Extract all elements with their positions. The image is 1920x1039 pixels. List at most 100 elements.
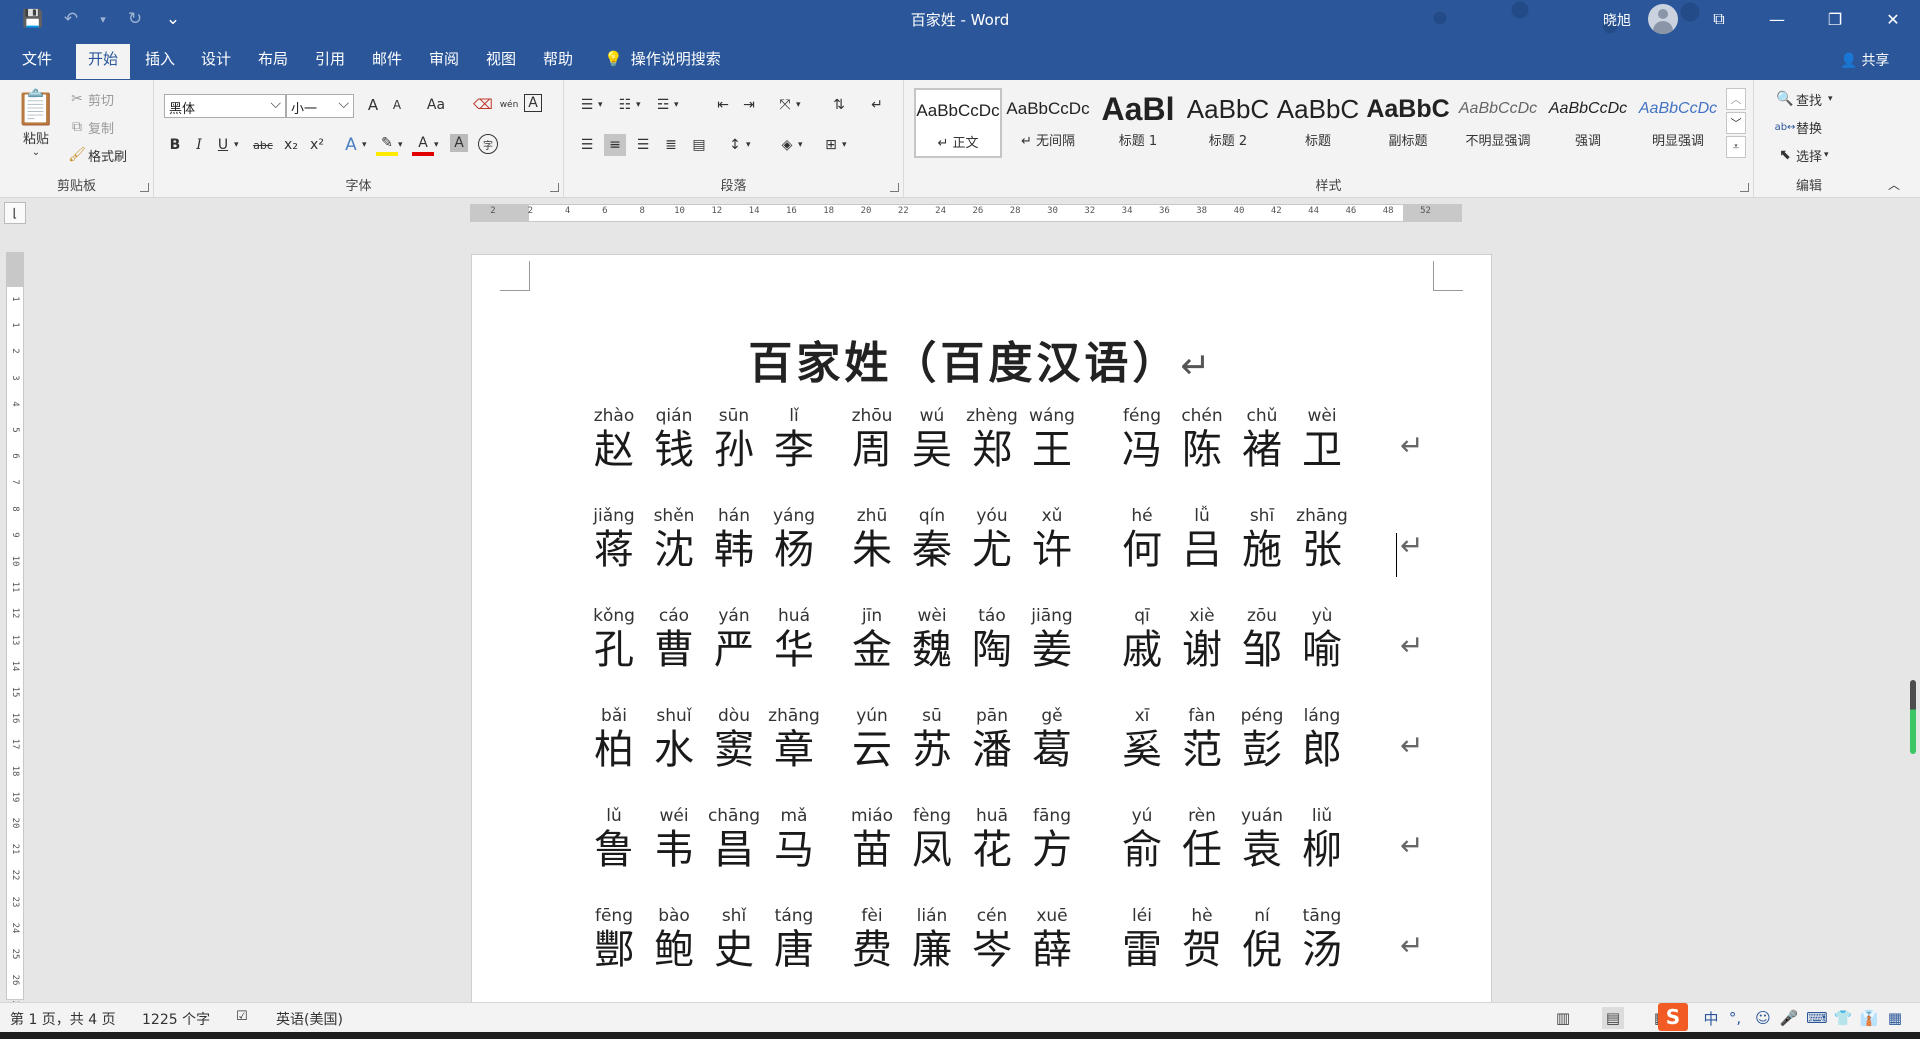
change-case-button[interactable]: Aa	[422, 94, 450, 116]
grow-font-button[interactable]: A	[362, 94, 384, 116]
paragraph-launcher[interactable]	[890, 183, 899, 192]
restore-button[interactable]: ❐	[1820, 6, 1850, 32]
ime-toolbox-icon[interactable]: ▦	[1884, 1007, 1906, 1029]
tab-file[interactable]: 文件	[22, 48, 52, 69]
surname-cell[interactable]: wáng 王	[1020, 405, 1084, 473]
surname-cell[interactable]: hè 贺	[1170, 905, 1234, 973]
vertical-ruler[interactable]: 1 1 2 3 4 5 6 7 8 9 10 11 12 13 14 15 16 17 18 19 20 21 22 23 24…	[6, 252, 24, 1012]
sort-button[interactable]: ⇅	[828, 94, 850, 116]
surname-row[interactable]: jiǎng 蒋 shěn 沈 hán 韩 yáng 杨 zhū 朱 qín 秦 yóu 尤 xǔ 许 hé 何 lǚ…	[582, 505, 1442, 605]
tab-view[interactable]: 视图	[486, 48, 516, 69]
numbering-button[interactable]: ☷ ▾	[614, 94, 641, 116]
surname-cell[interactable]: zhèng 郑	[960, 405, 1024, 473]
text-effects-button[interactable]: A ▾	[340, 134, 366, 156]
surname-cell[interactable]: hé 何	[1110, 505, 1174, 573]
clear-formatting-button[interactable]: ⌫	[472, 94, 494, 116]
surname-cell[interactable]: yán 严	[702, 605, 766, 673]
line-spacing-button[interactable]: ↕ ▾	[724, 134, 750, 156]
format-painter-button[interactable]: 🖌 格式刷	[66, 144, 127, 166]
distributed-button[interactable]: ▤	[688, 134, 710, 156]
find-button[interactable]: 🔍 查找 ▾	[1774, 88, 1832, 110]
surname-cell[interactable]: chāng 昌	[702, 805, 766, 873]
tab-review[interactable]: 审阅	[429, 48, 459, 69]
character-shading-button[interactable]: A	[450, 134, 468, 152]
surname-cell[interactable]: rèn 任	[1170, 805, 1234, 873]
styles-launcher[interactable]	[1740, 183, 1749, 192]
surname-cell[interactable]: xiè 谢	[1170, 605, 1234, 673]
align-right-button[interactable]: ☰	[632, 134, 654, 156]
surname-cell[interactable]: fèi 费	[840, 905, 904, 973]
align-center-button[interactable]: ≡	[604, 134, 626, 156]
surname-cell[interactable]: xǔ 许	[1020, 505, 1084, 573]
shading-button[interactable]: ◈ ▾	[776, 134, 803, 156]
surname-cell[interactable]: chén 陈	[1170, 405, 1234, 473]
style-intense-emphasis[interactable]: AaBbCcDc 明显强调	[1634, 88, 1722, 158]
show-marks-button[interactable]: ↵	[866, 94, 888, 116]
surname-cell[interactable]: táo 陶	[960, 605, 1024, 673]
surname-cell[interactable]: zhōu 周	[840, 405, 904, 473]
surname-cell[interactable]: kǒng 孔	[582, 605, 646, 673]
horizontal-ruler[interactable]: 2 2 4 6 8 10 12 14 16 18 20 22 24 26 28 30 32 34 36 38 40 42 4…	[470, 204, 1462, 222]
surname-cell[interactable]: wèi 魏	[900, 605, 964, 673]
keyboard-icon[interactable]: ⌨	[1806, 1007, 1828, 1029]
surname-row[interactable]: lǔ 鲁 wéi 韦 chāng 昌 mǎ 马 miáo 苗 fèng 凤 huā 花 fāng 方 yú 俞 rè…	[582, 805, 1442, 905]
surname-cell[interactable]: lǐ 李	[762, 405, 826, 473]
surname-cell[interactable]: chǔ 褚	[1230, 405, 1294, 473]
surname-cell[interactable]: féng 冯	[1110, 405, 1174, 473]
surname-row[interactable]: fēng 酆 bào 鲍 shǐ 史 táng 唐 fèi 费 lián 廉 cén 岑 xuē 薛 léi 雷 h…	[582, 905, 1442, 1002]
style-emphasis[interactable]: AaBbCcDc 强调	[1544, 88, 1632, 158]
surname-row[interactable]: bǎi 柏 shuǐ 水 dòu 窦 zhāng 章 yún 云 sū 苏 pān 潘 gě 葛 xī 奚 fàn 范…	[582, 705, 1442, 805]
surname-cell[interactable]: shī 施	[1230, 505, 1294, 573]
proofing-icon[interactable]: ☑	[236, 1009, 248, 1024]
avatar[interactable]	[1648, 4, 1678, 34]
vertical-scrollbar[interactable]	[1906, 228, 1920, 1002]
surname-cell[interactable]: lián 廉	[900, 905, 964, 973]
highlight-button[interactable]: ✎ ▾	[376, 134, 403, 156]
surname-cell[interactable]: péng 彭	[1230, 705, 1294, 773]
clipboard-launcher[interactable]	[140, 183, 149, 192]
bullets-button[interactable]: ☰ ▾	[576, 94, 603, 116]
cut-button[interactable]: ✂ 剪切	[66, 88, 114, 110]
surname-cell[interactable]: xuē 薛	[1020, 905, 1084, 973]
surname-cell[interactable]: zōu 邹	[1230, 605, 1294, 673]
surname-cell[interactable]: zhào 赵	[582, 405, 646, 473]
surname-cell[interactable]: léi 雷	[1110, 905, 1174, 973]
underline-button[interactable]: U ▾	[212, 134, 239, 156]
surname-cell[interactable]: yóu 尤	[960, 505, 1024, 573]
borders-button[interactable]: ⊞ ▾	[820, 134, 846, 156]
ime-emoji-icon[interactable]: ☺	[1752, 1007, 1774, 1029]
surname-cell[interactable]: pān 潘	[960, 705, 1024, 773]
surname-cell[interactable]: tāng 汤	[1290, 905, 1354, 973]
skin-icon[interactable]: 👕	[1832, 1007, 1854, 1029]
minimize-button[interactable]: —	[1762, 6, 1792, 32]
surname-cell[interactable]: zhāng 章	[762, 705, 826, 773]
tab-help[interactable]: 帮助	[543, 48, 573, 69]
character-border-button[interactable]: A	[524, 94, 542, 112]
surname-cell[interactable]: huā 花	[960, 805, 1024, 873]
paste-button[interactable]: 📋 粘贴 ⌄	[14, 88, 58, 158]
surname-cell[interactable]: fàn 范	[1170, 705, 1234, 773]
microphone-icon[interactable]: 🎤	[1778, 1007, 1800, 1029]
document-title[interactable]: 百家姓（百度汉语）↵	[472, 327, 1491, 391]
font-launcher[interactable]	[550, 183, 559, 192]
surname-cell[interactable]: xī 奚	[1110, 705, 1174, 773]
chinese-layout-button[interactable]: ⤧ ▾	[774, 94, 800, 116]
surname-cell[interactable]: qín 秦	[900, 505, 964, 573]
strikethrough-button[interactable]: abc	[250, 134, 276, 156]
surname-cell[interactable]: cén 岑	[960, 905, 1024, 973]
surname-cell[interactable]: jiāng 姜	[1020, 605, 1084, 673]
shrink-font-button[interactable]: A	[386, 94, 408, 116]
surname-row[interactable]: kǒng 孔 cáo 曹 yán 严 huá 华 jīn 金 wèi 魏 táo 陶 jiāng 姜 qī 戚 xi…	[582, 605, 1442, 705]
increase-indent-button[interactable]: ⇥	[738, 94, 760, 116]
bold-button[interactable]: B	[164, 134, 186, 156]
surname-cell[interactable]: huá 华	[762, 605, 826, 673]
style-title[interactable]: AaBbC 标题	[1274, 88, 1362, 158]
enclose-characters-button[interactable]: 字	[478, 134, 498, 154]
surname-cell[interactable]: yáng 杨	[762, 505, 826, 573]
ime-punctuation-icon[interactable]: °,	[1724, 1007, 1746, 1029]
surname-cell[interactable]: zhū 朱	[840, 505, 904, 573]
surname-cell[interactable]: wú 吴	[900, 405, 964, 473]
ime-chinese-icon[interactable]: 中	[1700, 1007, 1722, 1029]
scrollbar-thumb[interactable]	[1910, 680, 1916, 754]
word-count[interactable]: 1225 个字	[142, 1009, 210, 1029]
